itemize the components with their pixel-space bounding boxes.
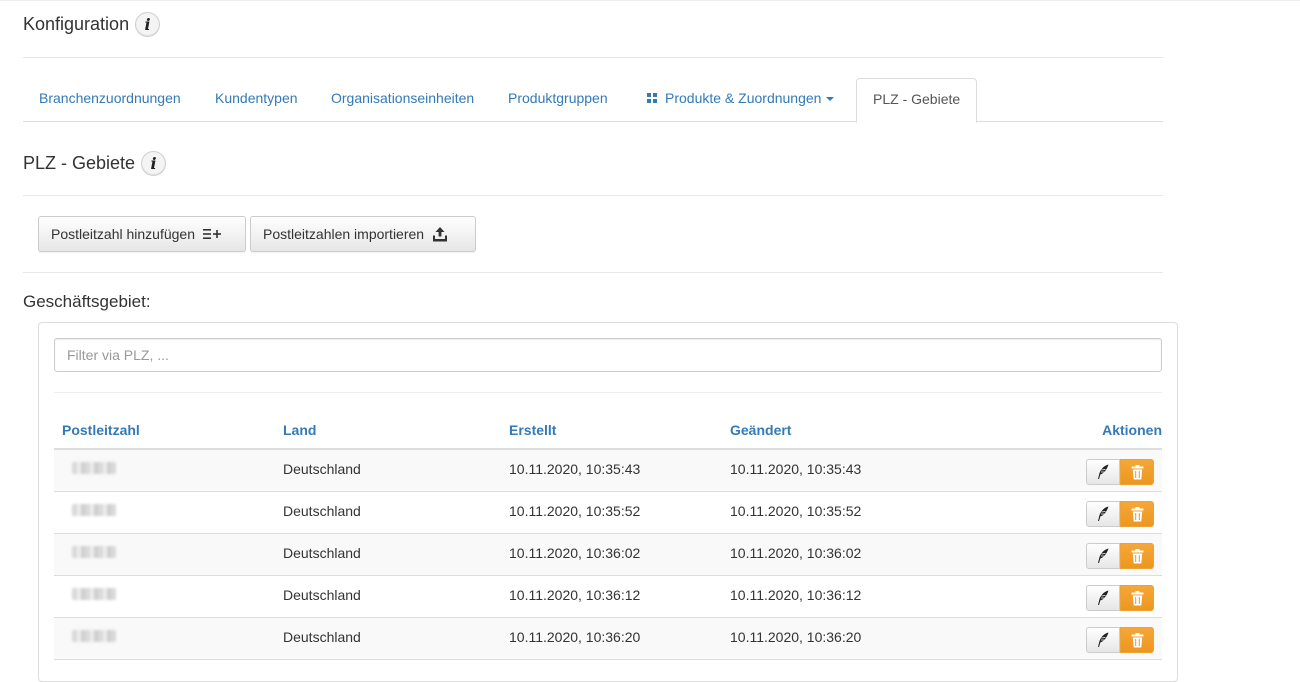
plz-redacted [72,588,116,600]
table-header: Postleitzahl Land Erstellt Geändert Akti… [54,408,1162,450]
add-postleitzahl-button[interactable]: Postleitzahl hinzufügen [38,216,246,252]
trash-icon [1131,590,1144,606]
feather-edit-icon [1096,590,1110,606]
divider [54,392,1162,393]
tab-plz-gebiete[interactable]: PLZ - Gebiete [856,78,978,123]
page-title: Konfiguration [23,14,130,34]
column-aktionen: Aktionen [1102,422,1162,438]
cell-erstellt: 10.11.2020, 10:36:12 [509,587,641,603]
divider [23,57,1163,58]
column-postleitzahl[interactable]: Postleitzahl [62,422,140,438]
table-row: Deutschland 10.11.2020, 10:35:43 10.11.202… [54,450,1162,492]
divider [23,272,1163,273]
cell-geaendert: 10.11.2020, 10:36:02 [730,545,862,561]
plz-redacted [72,504,116,516]
column-erstellt[interactable]: Erstellt [509,422,556,438]
info-icon[interactable]: i [141,151,167,176]
cell-geaendert: 10.11.2020, 10:35:43 [730,461,862,477]
filter-input[interactable] [54,338,1162,372]
cell-erstellt: 10.11.2020, 10:36:02 [509,545,641,561]
delete-button[interactable] [1120,459,1154,485]
tab-bar: Branchenzuordnungen Kundentypen Organisa… [23,78,1163,123]
trash-icon [1131,548,1144,564]
edit-button[interactable] [1086,585,1120,611]
tab-kundentypen[interactable]: Kundentypen [199,78,314,122]
info-icon[interactable]: i [135,12,161,37]
edit-button[interactable] [1086,459,1120,485]
table-row: Deutschland 10.11.2020, 10:36:12 10.11.202… [54,576,1162,618]
trash-icon [1131,506,1144,522]
cell-land: Deutschland [283,461,361,477]
cell-erstellt: 10.11.2020, 10:36:20 [509,629,641,645]
plz-redacted [72,546,116,558]
cell-erstellt: 10.11.2020, 10:35:52 [509,503,641,519]
table-row: Deutschland 10.11.2020, 10:35:52 10.11.202… [54,492,1162,534]
column-land[interactable]: Land [283,422,316,438]
grid-icon [647,93,657,104]
tab-produkte-zuordnungen-label: Produkte & Zuordnungen [665,90,822,106]
trash-icon [1131,632,1144,648]
cell-geaendert: 10.11.2020, 10:35:52 [730,503,862,519]
area-label: Geschäftsgebiet: [23,292,151,311]
feather-edit-icon [1096,506,1110,522]
tab-produktgruppen[interactable]: Produktgruppen [492,78,624,122]
table-row: Deutschland 10.11.2020, 10:36:20 10.11.202… [54,618,1162,660]
import-postleitzahlen-label: Postleitzahlen importieren [263,226,425,242]
edit-button[interactable] [1086,543,1120,569]
cell-erstellt: 10.11.2020, 10:35:43 [509,461,641,477]
tab-produkte-zuordnungen[interactable]: Produkte & Zuordnungen [631,78,850,122]
upload-icon [432,226,448,242]
feather-edit-icon [1096,548,1110,564]
delete-button[interactable] [1120,543,1154,569]
cell-land: Deutschland [283,503,361,519]
table-row: Deutschland 10.11.2020, 10:36:02 10.11.202… [54,534,1162,576]
trash-icon [1131,464,1144,480]
cell-geaendert: 10.11.2020, 10:36:20 [730,629,862,645]
cell-land: Deutschland [283,545,361,561]
tab-organisationseinheiten[interactable]: Organisationseinheiten [315,78,490,122]
cell-geaendert: 10.11.2020, 10:36:12 [730,587,862,603]
import-postleitzahlen-button[interactable]: Postleitzahlen importieren [250,216,476,252]
cell-land: Deutschland [283,587,361,603]
tab-branchenzuordnungen[interactable]: Branchenzuordnungen [23,78,197,122]
plz-redacted [72,630,116,642]
column-geaendert[interactable]: Geändert [730,422,791,438]
page-header: Konfiguration i [23,12,161,37]
plz-redacted [72,462,116,474]
divider [23,195,1163,196]
feather-edit-icon [1096,464,1110,480]
edit-button[interactable] [1086,501,1120,527]
delete-button[interactable] [1120,627,1154,653]
delete-button[interactable] [1120,585,1154,611]
list-add-icon [203,228,221,240]
add-postleitzahl-label: Postleitzahl hinzufügen [51,226,195,242]
delete-button[interactable] [1120,501,1154,527]
cell-land: Deutschland [283,629,361,645]
section-title: PLZ - Gebiete [23,153,136,173]
top-border [0,0,1300,1]
feather-edit-icon [1096,632,1110,648]
edit-button[interactable] [1086,627,1120,653]
section-header: PLZ - Gebiete i [23,151,167,176]
caret-down-icon [826,97,835,102]
